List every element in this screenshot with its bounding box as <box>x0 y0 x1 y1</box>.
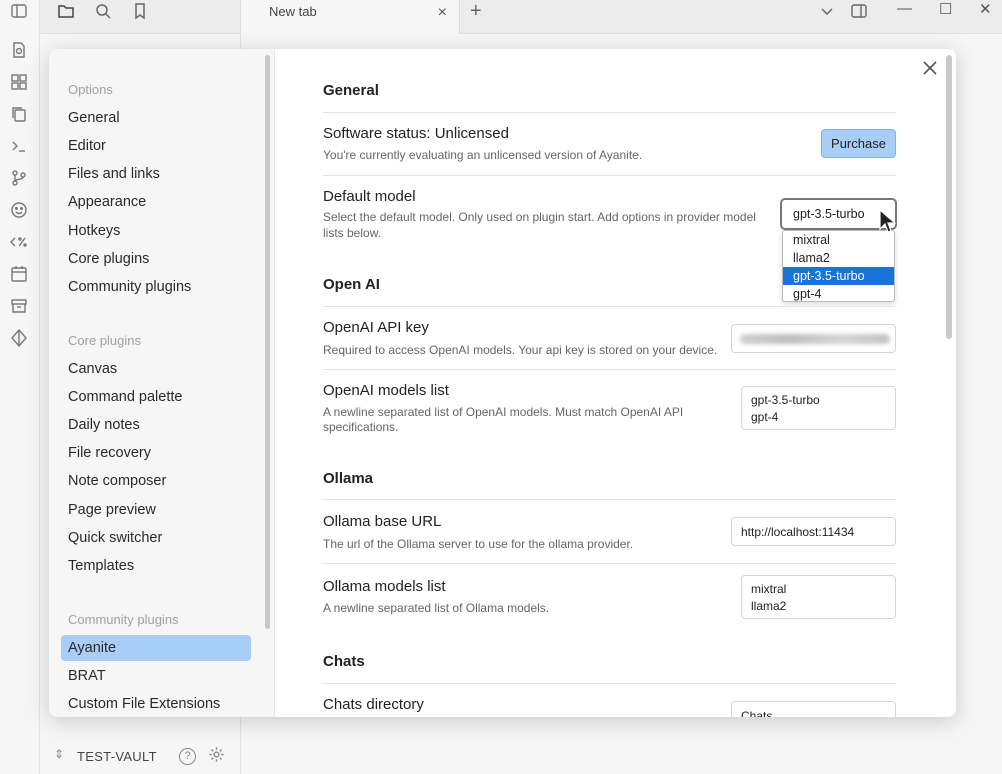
openai-key-title: OpenAI API key <box>323 319 429 336</box>
terminal-icon[interactable] <box>10 137 28 155</box>
nav-item-canvas[interactable]: Canvas <box>61 356 251 382</box>
nav-item-note-composer[interactable]: Note composer <box>61 468 251 494</box>
settings-modal: Options General Editor Files and links A… <box>49 49 956 717</box>
file-search-icon[interactable] <box>10 41 28 59</box>
default-model-desc-2: lists below. <box>323 226 382 240</box>
nav-item-community-plugins[interactable]: Community plugins <box>61 274 251 300</box>
nav-item-editor[interactable]: Editor <box>61 133 251 159</box>
section-openai: Open AI <box>323 276 380 293</box>
ollama-url-desc: The url of the Ollama server to use for … <box>323 537 634 551</box>
nav-heading-community: Community plugins <box>68 612 179 627</box>
help-icon[interactable]: ? <box>179 748 196 765</box>
divider <box>323 563 896 564</box>
divider <box>323 112 896 113</box>
settings-nav: Options General Editor Files and links A… <box>49 49 275 717</box>
ollama-url-input[interactable]: http://localhost:11434 <box>731 517 896 546</box>
nav-item-custom-file-extensions[interactable]: Custom File Extensions <box>61 691 251 717</box>
masked-api-key <box>740 334 890 344</box>
ollama-models-textarea[interactable]: mixtral llama2 <box>741 575 896 619</box>
divider <box>323 683 896 684</box>
nav-item-command-palette[interactable]: Command palette <box>61 384 251 410</box>
copy-icon[interactable] <box>10 105 28 123</box>
vault-name[interactable]: TEST-VAULT <box>77 749 157 764</box>
nav-item-quick-switcher[interactable]: Quick switcher <box>61 525 251 551</box>
mouse-cursor-icon <box>879 208 897 235</box>
ollama-url-title: Ollama base URL <box>323 513 442 530</box>
divider <box>323 306 896 307</box>
nav-item-ayanite[interactable]: Ayanite <box>61 635 251 661</box>
sidebar-toggle-icon[interactable] <box>10 2 28 20</box>
content-scrollbar[interactable] <box>946 55 952 339</box>
ollama-models-desc: A newline separated list of Ollama model… <box>323 601 550 615</box>
chats-dir-title: Chats directory <box>323 696 424 713</box>
nav-item-brat[interactable]: BRAT <box>61 663 251 689</box>
model-option-gpt-4[interactable]: gpt-4 <box>783 285 894 303</box>
openai-models-title: OpenAI models list <box>323 382 449 399</box>
tab-close-icon[interactable]: × <box>438 4 447 22</box>
title-bar <box>40 0 1002 34</box>
default-model-title: Default model <box>323 188 416 205</box>
section-general: General <box>323 82 379 99</box>
nav-item-page-preview[interactable]: Page preview <box>61 497 251 523</box>
minimize-icon[interactable]: — <box>897 0 912 17</box>
smile-icon[interactable] <box>10 201 28 219</box>
software-status-title: Software status: Unlicensed <box>323 125 509 142</box>
openai-models-textarea[interactable]: gpt-3.5-turbo gpt-4 <box>741 386 896 430</box>
divider <box>323 499 896 500</box>
code-percent-icon[interactable] <box>10 233 28 251</box>
close-icon[interactable] <box>921 59 943 81</box>
nav-item-file-recovery[interactable]: File recovery <box>61 440 251 466</box>
tab-label: New tab <box>269 4 317 19</box>
maximize-icon[interactable]: ☐ <box>939 0 952 18</box>
openai-key-desc: Required to access OpenAI models. Your a… <box>323 343 718 357</box>
nav-item-hotkeys[interactable]: Hotkeys <box>61 218 251 244</box>
purchase-button[interactable]: Purchase <box>821 129 896 158</box>
openai-models-desc: A newline separated list of OpenAI model… <box>323 405 684 419</box>
default-model-desc: Select the default model. Only used on p… <box>323 210 756 224</box>
model-option-llama2[interactable]: llama2 <box>783 249 894 267</box>
nav-item-general[interactable]: General <box>61 105 251 131</box>
nav-item-files-links[interactable]: Files and links <box>61 161 251 187</box>
archive-icon[interactable] <box>10 297 28 315</box>
ollama-models-title: Ollama models list <box>323 578 446 595</box>
divider <box>323 369 896 370</box>
new-tab-button[interactable]: + <box>470 0 482 23</box>
model-option-mixtral[interactable]: mixtral <box>783 231 894 249</box>
split-view-icon[interactable] <box>850 2 870 22</box>
software-status-desc: You're currently evaluating an unlicense… <box>323 148 643 162</box>
diamond-icon[interactable] <box>10 328 28 348</box>
gear-icon[interactable] <box>208 746 225 766</box>
bookmark-icon[interactable] <box>131 2 151 22</box>
vault-switch-icon[interactable]: ⇕ <box>54 747 64 761</box>
folder-icon[interactable] <box>57 2 77 22</box>
divider <box>323 175 896 176</box>
calendar-icon[interactable] <box>10 265 28 283</box>
left-ribbon <box>0 0 40 774</box>
grid-icon[interactable] <box>10 73 28 91</box>
model-option-gpt-3.5-turbo[interactable]: gpt-3.5-turbo <box>783 267 894 285</box>
nav-item-daily-notes[interactable]: Daily notes <box>61 412 251 438</box>
nav-item-appearance[interactable]: Appearance <box>61 189 251 215</box>
window-close-icon[interactable]: ✕ <box>979 0 992 18</box>
openai-models-desc-2: specifications. <box>323 420 399 434</box>
search-icon[interactable] <box>94 2 114 22</box>
git-branch-icon[interactable] <box>10 169 28 187</box>
openai-key-input[interactable] <box>731 324 896 353</box>
nav-item-templates[interactable]: Templates <box>61 553 251 579</box>
section-ollama: Ollama <box>323 470 374 487</box>
nav-heading-core: Core plugins <box>68 333 141 348</box>
settings-content: General Software status: Unlicensed You'… <box>276 49 956 717</box>
nav-heading-options: Options <box>68 82 113 97</box>
chevron-down-icon[interactable] <box>818 2 838 22</box>
model-dropdown: mixtral llama2 gpt-3.5-turbo gpt-4 <box>782 230 895 302</box>
section-chats: Chats <box>323 653 365 670</box>
tab-new-tab[interactable]: New tab × <box>240 0 460 34</box>
vault-bar: ⇕ TEST-VAULT ? <box>40 738 240 774</box>
nav-item-core-plugins[interactable]: Core plugins <box>61 246 251 272</box>
chats-dir-input[interactable]: Chats <box>731 701 896 717</box>
nav-scrollbar[interactable] <box>265 55 270 629</box>
